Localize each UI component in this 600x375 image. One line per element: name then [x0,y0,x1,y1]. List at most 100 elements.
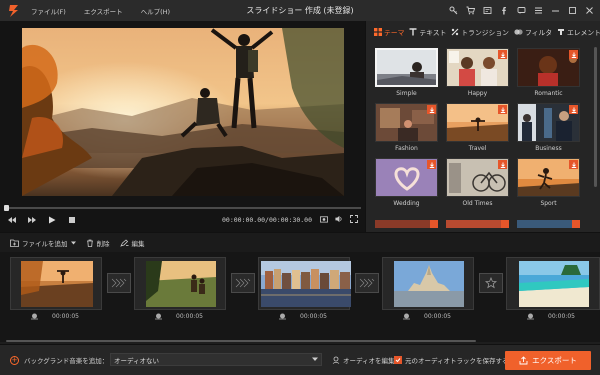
volume-icon[interactable] [335,215,343,223]
preview-video[interactable] [22,28,344,196]
theme-label: Fashion [395,145,418,152]
add-file-label: ファイルを追加 [22,239,68,248]
cart-icon[interactable] [464,3,477,17]
tab-filter[interactable]: フィルタ [514,27,552,37]
download-icon[interactable] [569,160,578,169]
tab-element[interactable]: エレメント [557,27,600,37]
panel-tabs: テーマ テキスト トランジション フィルタ エレメント [366,21,600,43]
clip-duration: 00:00:05 [300,313,327,320]
theme-thumbnail [446,48,509,87]
clip-toolbar: ファイルを追加 削除 編集 [0,232,600,252]
clip-meta: 00:00:05 [278,312,327,321]
checkbox-checked-icon [394,356,402,364]
minimize-icon[interactable] [549,3,562,17]
transition-slot[interactable] [479,273,503,293]
seek-bar[interactable] [6,207,361,209]
edit-audio-button[interactable]: オーディオを編集 [332,355,395,365]
theme-thumbnail [446,158,509,197]
theme-item-fashion[interactable]: Fashion [375,103,438,158]
tab-text[interactable]: テキスト [409,27,446,37]
folder-plus-icon [10,239,19,247]
fullscreen-icon[interactable] [350,215,358,223]
audio-edit-icon [332,356,340,364]
facebook-icon[interactable] [498,3,511,17]
theme-grid-icon [374,28,382,36]
title-bar: ファイル(F) エクスポート ヘルプ(H) スライドショー 作成 (未登録) [0,0,600,21]
clip-meta: 00:00:05 [402,312,451,321]
stop-icon[interactable] [68,216,76,224]
transition-slot[interactable] [107,273,131,293]
timeline-clip[interactable] [10,257,102,310]
rewind-icon[interactable] [8,216,16,224]
theme-item-partial[interactable] [375,220,438,228]
timeline-clip[interactable] [134,257,226,310]
export-icon [519,356,528,365]
snapshot-icon[interactable] [320,215,328,223]
theme-item-partial[interactable] [446,220,509,228]
menu-icon[interactable] [532,3,545,17]
theme-item-happy[interactable]: Happy [446,48,509,103]
theme-item-partial[interactable] [517,220,580,228]
export-label: エクスポート [532,356,577,365]
theme-thumbnail [446,103,509,142]
theme-label: Travel [468,145,487,152]
tab-theme[interactable]: テーマ [374,27,404,37]
clip-meta: 00:00:05 [526,312,575,321]
theme-panel: テーマ テキスト トランジション フィルタ エレメント Simple Happy… [365,21,600,232]
transition-slot[interactable] [355,273,379,293]
menu-export[interactable]: エクスポート [84,6,123,16]
download-icon[interactable] [498,160,507,169]
feedback-icon[interactable] [515,3,528,17]
register-icon[interactable] [481,3,494,17]
theme-item-simple[interactable]: Simple [375,48,438,103]
menu-help[interactable]: ヘルプ(H) [141,6,170,16]
timeline-clip[interactable] [258,257,351,310]
transition-slot[interactable] [231,273,255,293]
timeline-scrollbar[interactable] [6,340,476,342]
theme-item-travel[interactable]: Travel [446,103,509,158]
seek-handle[interactable] [4,205,9,211]
timeline-clip[interactable] [506,257,600,310]
edit-button[interactable]: 編集 [119,238,145,248]
plus-circle-icon: + [10,355,19,365]
add-file-button[interactable]: ファイルを追加 [10,238,76,248]
close-icon[interactable] [583,3,596,17]
audio-select[interactable]: オーディオない [110,353,322,366]
download-icon[interactable] [498,50,507,59]
download-icon[interactable] [569,105,578,114]
theme-label: Old Times [462,200,493,207]
chevron-down-icon [312,357,318,361]
theme-item-sport[interactable]: Sport [517,158,580,213]
tab-transition[interactable]: トランジション [451,27,509,37]
theme-label: Romantic [534,90,563,97]
keep-original-audio-checkbox[interactable]: 元のオーディオトラックを保存する [394,355,509,365]
fast-forward-icon[interactable] [28,216,36,224]
theme-scrollbar[interactable] [594,47,597,187]
add-bgm-button[interactable]: + バックグランド音楽を追加： [10,355,108,365]
maximize-icon[interactable] [566,3,579,17]
export-button[interactable]: エクスポート [505,351,591,370]
theme-item-wedding[interactable]: Wedding [375,158,438,213]
theme-item-romantic[interactable]: Romantic [517,48,580,103]
theme-thumbnail [375,48,438,87]
edit-audio-label: オーディオを編集 [343,357,395,365]
timeline-clip[interactable] [382,257,474,310]
theme-item-business[interactable]: Business [517,103,580,158]
theme-item-old-times[interactable]: Old Times [446,158,509,213]
transition-grid-icon [359,278,375,288]
delete-button[interactable]: 削除 [86,238,110,248]
add-bgm-label: バックグランド音楽を追加： [24,357,109,365]
time-display: 00:00:00.00/00:00:30.00 [222,216,313,224]
app-logo-icon [9,4,18,17]
download-icon[interactable] [569,50,578,59]
clip-meta: 00:00:05 [30,312,79,321]
menu-file[interactable]: ファイル(F) [31,6,66,16]
download-icon[interactable] [427,105,436,114]
theme-thumbnail [517,103,580,142]
key-icon[interactable] [447,3,460,17]
download-icon[interactable] [427,160,436,169]
audio-layers-icon [155,313,162,320]
bottom-bar: + バックグランド音楽を追加： オーディオない オーディオを編集 元のオーディオ… [0,344,600,375]
play-icon[interactable] [48,216,56,224]
download-icon[interactable] [498,105,507,114]
